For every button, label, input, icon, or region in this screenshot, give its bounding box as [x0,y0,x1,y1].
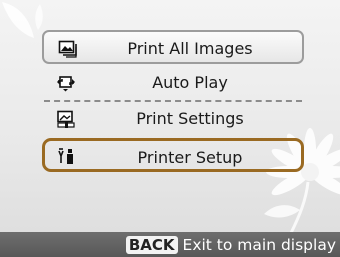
back-button[interactable]: BACK [125,235,178,254]
footer-hint: Exit to main display [182,235,336,254]
printer-setup-icon [58,148,73,164]
menu-item-label: Print Settings [136,109,244,128]
menu-item-print-settings[interactable]: Print Settings [42,102,304,136]
menu-item-printer-setup[interactable]: Printer Setup [42,138,304,172]
printer-menu-screen: Print All Images Auto Play Print Setting… [0,0,340,257]
menu-item-label: Print All Images [127,39,253,58]
auto-play-icon [57,76,75,92]
footer-bar: BACK Exit to main display [0,232,340,257]
menu-item-label: Auto Play [152,73,228,92]
menu-item-print-all-images[interactable]: Print All Images [42,30,304,64]
print-settings-icon [57,110,75,128]
menu-item-label: Printer Setup [137,148,243,167]
menu-item-auto-play[interactable]: Auto Play [42,66,304,100]
print-all-images-icon [58,40,77,58]
